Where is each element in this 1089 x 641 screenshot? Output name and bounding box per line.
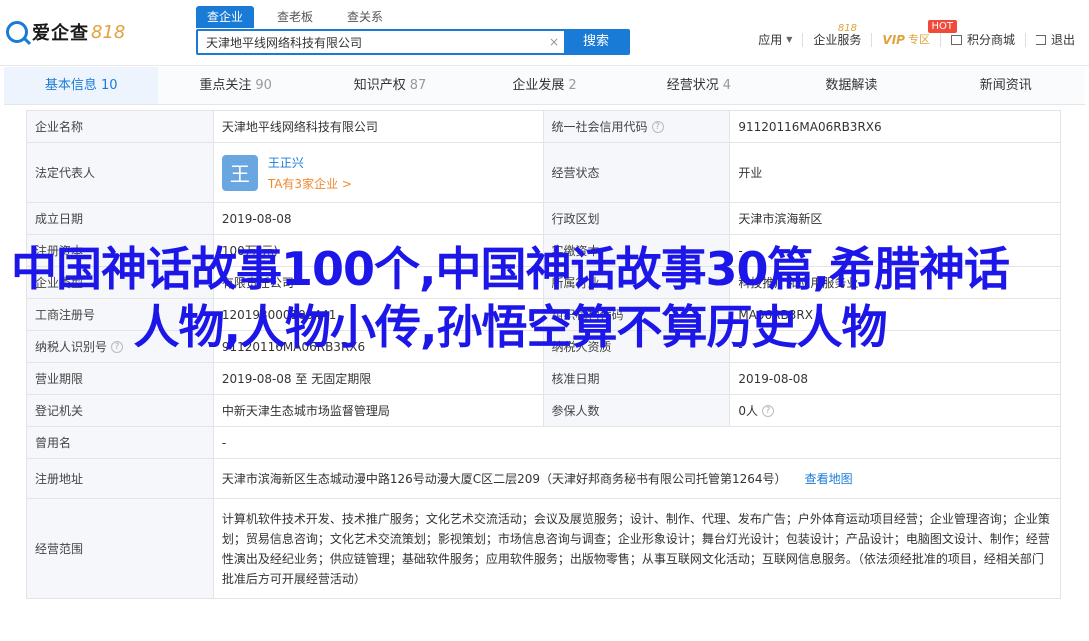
founded-date-value: 2019-08-08 (213, 203, 544, 235)
table-row: 成立日期 2019-08-08 行政区划 天津市滨海新区 (27, 203, 1061, 235)
overlay-title: 中国神话故事100个,中国神话故事30篇,希腊神话人物,人物小传,孙悟空算不算历… (11, 242, 1010, 354)
tab-count: 90 (255, 78, 272, 93)
registration-authority-value: 中新天津生态城市场监督管理局 (213, 395, 544, 427)
tab-label: 经营状况 (666, 78, 719, 93)
search-tab-company[interactable]: 查企业 (196, 6, 255, 28)
field-label: 核准日期 (543, 363, 731, 395)
tab-key-attention[interactable]: 重点关注 90 (158, 67, 312, 104)
tab-label: 重点关注 (199, 78, 252, 93)
legal-rep-name-link[interactable]: 王正兴 (268, 154, 352, 171)
search-tabs: 查企业 查老板 查关系 (196, 6, 406, 28)
field-label: 经营范围 (27, 499, 214, 599)
field-label: 曾用名 (27, 427, 214, 459)
chevron-down-icon: ▼ (786, 35, 793, 44)
table-row: 企业名称 天津地平线网络科技有限公司 统一社会信用代码? 91120116MA0… (27, 111, 1061, 143)
tab-data-analysis[interactable]: 数据解读 (776, 67, 930, 104)
vip-label: VIP (882, 33, 905, 47)
insured-count-value: 0人 (738, 404, 758, 418)
view-map-link[interactable]: 查看地图 (805, 470, 853, 487)
search-input[interactable] (198, 31, 544, 53)
nav-points-mall-label: 积分商城 (966, 33, 1015, 47)
logo[interactable]: 爱企查 818 (6, 18, 125, 46)
tab-label: 基本信息 (44, 78, 97, 93)
tab-count: 2 (568, 78, 577, 93)
legal-rep-info: 王正兴 TA有3家企业 > (268, 154, 352, 192)
legal-rep-cell: 王 王正兴 TA有3家企业 > (213, 143, 544, 203)
field-label: 统一社会信用代码? (543, 111, 731, 143)
nav-apply[interactable]: 应用 ▼ (748, 33, 804, 47)
logo-badge: 818 (91, 21, 126, 43)
nav-points-mall[interactable]: 积分商城 (941, 33, 1026, 47)
field-label: 行政区划 (543, 203, 731, 235)
field-label: 法定代表人 (27, 143, 214, 203)
business-term-value: 2019-08-08 至 无固定期限 (213, 363, 544, 395)
business-status-value: 开业 (730, 143, 1061, 203)
logo-text: 爱企查 (32, 23, 89, 44)
field-label: 注册地址 (27, 459, 214, 499)
page: 爱企查 818 查企业 查老板 查关系 × 搜索 818 HOT 应用 ▼ 企业… (0, 0, 1089, 641)
nav-enterprise-service[interactable]: 企业服务 (803, 33, 873, 47)
tab-count: 87 (409, 78, 427, 93)
credit-code-value: 91120116MA06RB3RX6 (730, 111, 1061, 143)
nav-vip[interactable]: VIP 专区 (872, 33, 941, 47)
field-label: 参保人数 (543, 395, 731, 427)
field-label: 登记机关 (27, 395, 214, 427)
tab-basic-info[interactable]: 基本信息 10 (4, 67, 159, 104)
field-label-text: 统一社会信用代码 (551, 120, 648, 134)
table-row: 法定代表人 王 王正兴 TA有3家企业 > 经营状态 开业 (27, 143, 1061, 203)
clear-icon[interactable]: × (544, 31, 564, 53)
search-tab-boss[interactable]: 查老板 (266, 6, 324, 28)
registered-address-cell: 天津市滨海新区生态城动漫中路126号动漫大厦C区二层209（天津好邦商务秘书有限… (213, 459, 1061, 499)
field-label: 经营状态 (543, 143, 731, 203)
help-icon[interactable]: ? (761, 404, 774, 417)
region-value: 天津市滨海新区 (730, 203, 1061, 235)
nav-apply-label: 应用 (758, 33, 783, 47)
header: 爱企查 818 查企业 查老板 查关系 × 搜索 818 HOT 应用 ▼ 企业… (0, 0, 1089, 66)
table-row: 注册地址 天津市滨海新区生态城动漫中路126号动漫大厦C区二层209（天津好邦商… (27, 459, 1061, 499)
tab-news[interactable]: 新闻资讯 (931, 67, 1085, 104)
help-icon[interactable]: ? (651, 120, 664, 133)
field-label: 成立日期 (27, 203, 214, 235)
legal-rep-companies-link[interactable]: TA有3家企业 > (268, 175, 352, 192)
avatar[interactable]: 王 (221, 154, 258, 191)
top-nav: 应用 ▼ 企业服务 VIP 专区 积分商城 退出 (748, 33, 1085, 47)
tab-intellectual-property[interactable]: 知识产权 87 (313, 67, 467, 104)
nav-logout-label: 退出 (1050, 33, 1075, 47)
tab-label: 知识产权 (353, 78, 406, 93)
insured-count-cell: 0人? (730, 395, 1061, 427)
tab-count: 10 (100, 78, 118, 93)
section-tabs: 基本信息 10 重点关注 90 知识产权 87 企业发展 2 经营状况 4 数据解读 新闻… (4, 67, 1085, 105)
former-name-value: - (213, 427, 1061, 459)
tab-business-status[interactable]: 经营状况 4 (622, 67, 776, 104)
search-box: × 搜索 (196, 29, 630, 55)
gift-icon (950, 35, 962, 45)
tab-label: 企业发展 (512, 78, 565, 93)
tab-label: 数据解读 (825, 78, 878, 93)
nav-logout[interactable]: 退出 (1026, 33, 1085, 47)
tab-count: 4 (722, 78, 732, 93)
search-tab-relation[interactable]: 查关系 (336, 6, 394, 28)
search-button[interactable]: 搜索 (564, 31, 628, 53)
business-scope-value: 计算机软件技术开发、技术推广服务；文化艺术交流活动；会议及展览服务；设计、制作、… (213, 499, 1061, 599)
company-name-value: 天津地平线网络科技有限公司 (213, 111, 544, 143)
tab-label: 新闻资讯 (979, 78, 1032, 93)
table-row: 登记机关 中新天津生态城市场监督管理局 参保人数 0人? (27, 395, 1061, 427)
field-label: 企业名称 (27, 111, 214, 143)
vip-zone-label: 专区 (907, 33, 930, 46)
logout-icon (1035, 35, 1046, 45)
nav-enterprise-service-label: 企业服务 (813, 33, 862, 47)
table-row: 经营范围 计算机软件技术开发、技术推广服务；文化艺术交流活动；会议及展览服务；设… (27, 499, 1061, 599)
hot-badge: HOT (927, 20, 957, 33)
field-label: 营业期限 (27, 363, 214, 395)
registered-address-value: 天津市滨海新区生态城动漫中路126号动漫大厦C区二层209（天津好邦商务秘书有限… (221, 472, 787, 486)
logo-magnifier-icon (6, 21, 28, 43)
table-row: 营业期限 2019-08-08 至 无固定期限 核准日期 2019-08-08 (27, 363, 1061, 395)
table-row: 曾用名 - (27, 427, 1061, 459)
tab-development[interactable]: 企业发展 2 (467, 67, 621, 104)
approval-date-value: 2019-08-08 (730, 363, 1061, 395)
